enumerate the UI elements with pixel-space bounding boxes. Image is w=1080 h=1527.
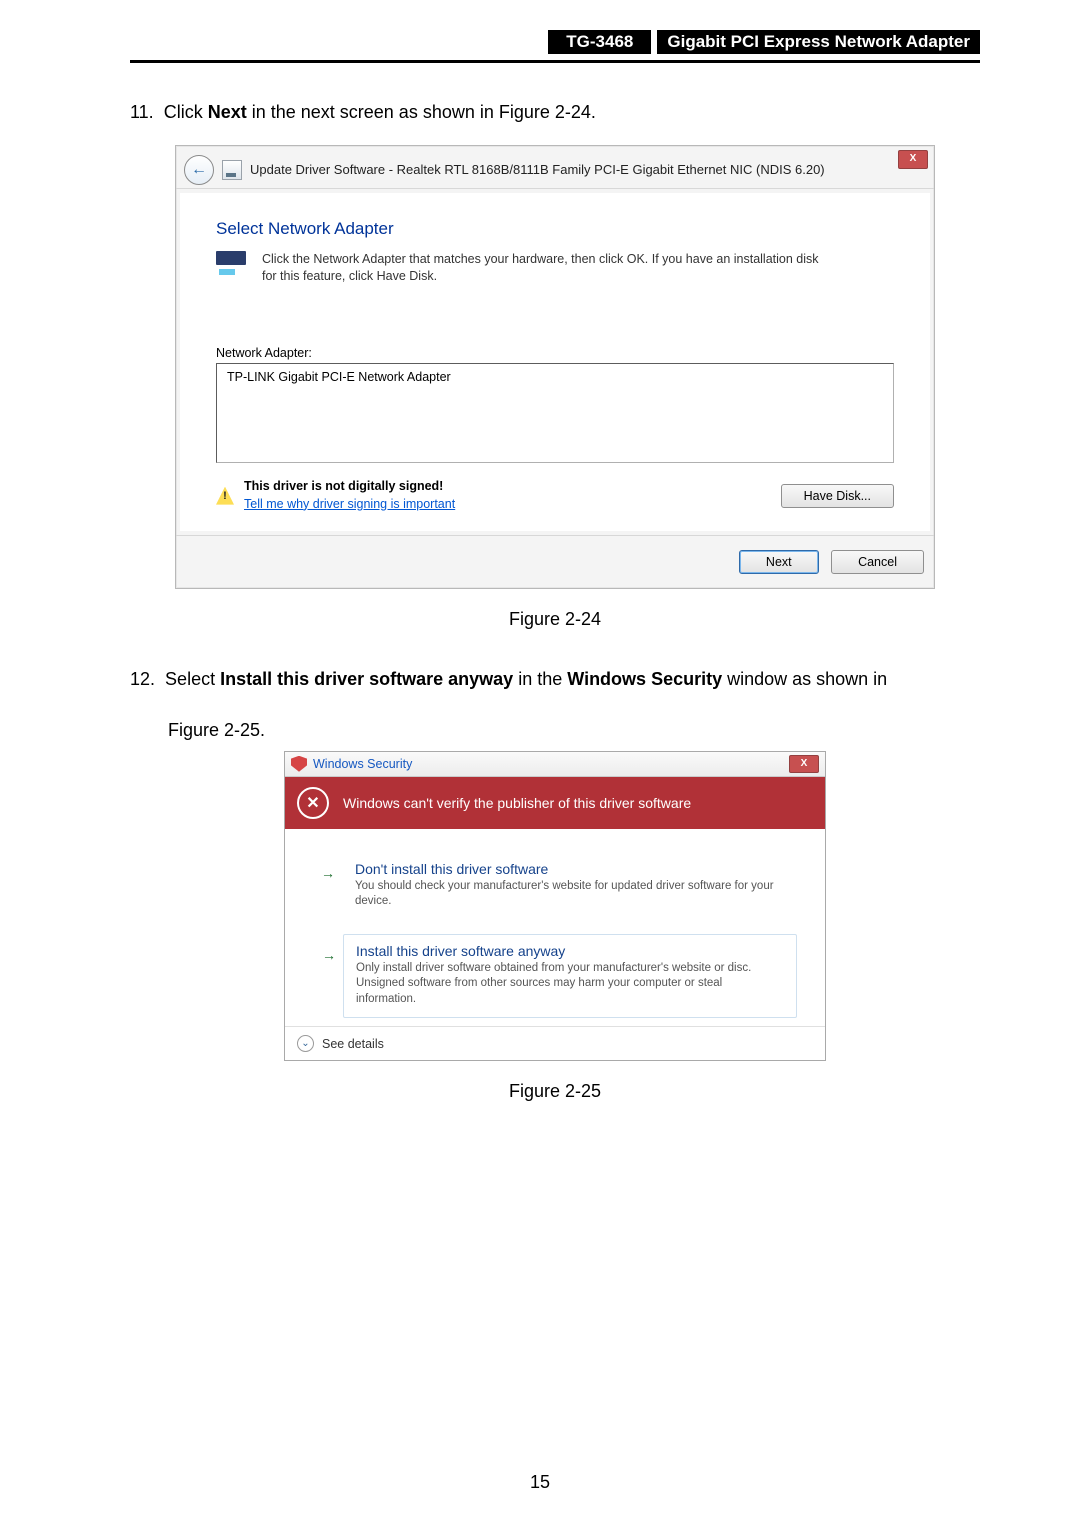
dialog-heading: Select Network Adapter xyxy=(216,219,894,239)
see-details-label: See details xyxy=(322,1037,384,1051)
warning-link[interactable]: Tell me why driver signing is important xyxy=(244,497,455,511)
update-driver-dialog: X ← Update Driver Software - Realtek RTL… xyxy=(175,145,935,589)
close-button[interactable]: X xyxy=(789,755,819,773)
dialog-titlebar: ← Update Driver Software - Realtek RTL 8… xyxy=(176,146,934,189)
step-12-number: 12. xyxy=(130,669,155,689)
network-adapter-listbox[interactable]: TP-LINK Gigabit PCI-E Network Adapter xyxy=(216,363,894,463)
step-12-text-e: window as shown in xyxy=(722,669,887,689)
step-12-line2: Figure 2-25. xyxy=(168,711,980,751)
install-anyway-option[interactable]: → Install this driver software anyway On… xyxy=(343,934,797,1019)
close-button[interactable]: X xyxy=(898,150,928,169)
error-icon: ✕ xyxy=(297,787,329,819)
chevron-down-icon: ⌄ xyxy=(297,1035,314,1052)
step-11-text-c: in the next screen as shown in Figure 2-… xyxy=(247,102,596,122)
security-titlebar: Windows Security X xyxy=(285,752,825,777)
warning-bold: This driver is not digitally signed! xyxy=(244,479,455,493)
dont-install-option[interactable]: → Don't install this driver software You… xyxy=(343,853,797,928)
list-label: Network Adapter: xyxy=(216,346,894,360)
step-12-text-a: Select xyxy=(165,669,220,689)
figure-2-25-caption: Figure 2-25 xyxy=(130,1081,980,1102)
installer-icon xyxy=(222,160,242,180)
next-button[interactable]: Next xyxy=(739,550,819,574)
step-12-bold2: Windows Security xyxy=(567,669,722,689)
page-number: 15 xyxy=(0,1472,1080,1493)
install-anyway-title: Install this driver software anyway xyxy=(356,943,784,959)
step-12: 12. Select Install this driver software … xyxy=(130,660,980,700)
figure-2-24-caption: Figure 2-24 xyxy=(130,609,980,630)
cancel-button[interactable]: Cancel xyxy=(831,550,924,574)
dont-install-desc: You should check your manufacturer's web… xyxy=(355,879,785,910)
shield-icon xyxy=(291,756,307,772)
network-adapter-icon xyxy=(216,251,248,275)
security-banner: ✕ Windows can't verify the publisher of … xyxy=(285,777,825,829)
arrow-right-icon: → xyxy=(321,865,335,881)
step-12-text-c: in the xyxy=(513,669,567,689)
step-11-bold: Next xyxy=(208,102,247,122)
step-11-number: 11. xyxy=(130,102,154,122)
dont-install-title: Don't install this driver software xyxy=(355,861,785,877)
model-badge: TG-3468 xyxy=(548,30,651,54)
back-button[interactable]: ← xyxy=(184,155,214,185)
dialog-footer: Next Cancel xyxy=(176,535,934,588)
dialog-description: Click the Network Adapter that matches y… xyxy=(262,251,822,286)
list-item[interactable]: TP-LINK Gigabit PCI-E Network Adapter xyxy=(227,370,451,384)
product-title: Gigabit PCI Express Network Adapter xyxy=(657,30,980,54)
step-11: 11. Click Next in the next screen as sho… xyxy=(130,93,980,133)
see-details-row[interactable]: ⌄ See details xyxy=(285,1026,825,1060)
install-anyway-desc: Only install driver software obtained fr… xyxy=(356,961,784,1008)
banner-text: Windows can't verify the publisher of th… xyxy=(343,795,691,811)
have-disk-button[interactable]: Have Disk... xyxy=(781,484,894,508)
warning-icon xyxy=(216,487,234,505)
warning-text: This driver is not digitally signed! Tel… xyxy=(244,479,455,513)
security-title-text: Windows Security xyxy=(313,757,412,771)
arrow-left-icon: ← xyxy=(191,161,207,179)
dialog-title-text: Update Driver Software - Realtek RTL 816… xyxy=(250,162,825,177)
step-12-bold1: Install this driver software anyway xyxy=(220,669,513,689)
step-11-text-a: Click xyxy=(164,102,208,122)
page-header: TG-3468Gigabit PCI Express Network Adapt… xyxy=(130,30,980,63)
security-body: → Don't install this driver software You… xyxy=(285,829,825,1027)
dialog-body: Select Network Adapter Click the Network… xyxy=(180,193,930,531)
windows-security-dialog: Windows Security X ✕ Windows can't verif… xyxy=(284,751,826,1062)
arrow-right-icon: → xyxy=(322,947,336,963)
